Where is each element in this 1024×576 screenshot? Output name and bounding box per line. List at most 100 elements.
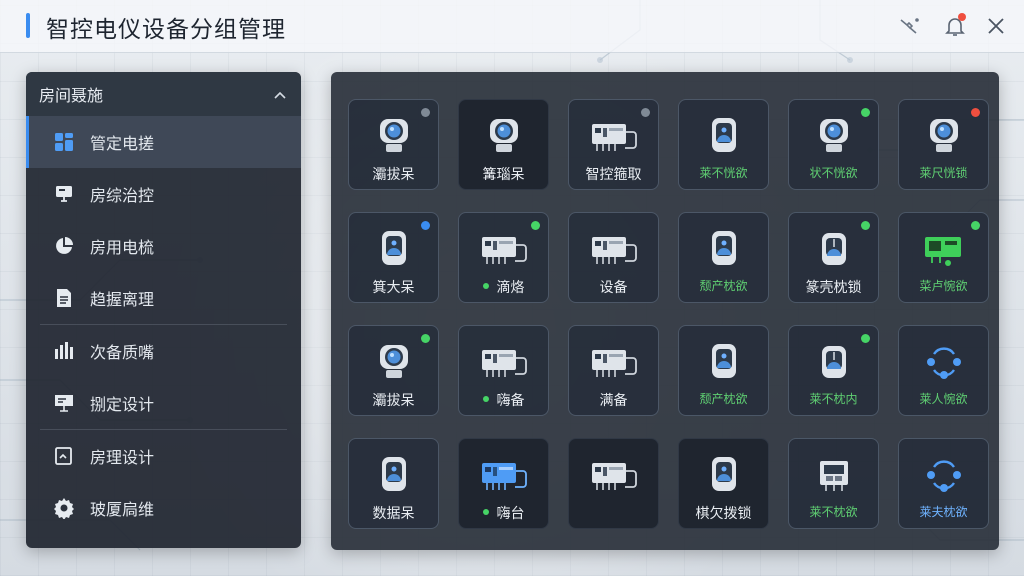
device-label: 莱不枕内 — [789, 390, 878, 407]
device-label: 滴烙 — [459, 277, 548, 297]
device-tile[interactable]: 棋欠拨锁 — [678, 438, 769, 529]
sidebar-item-label: 管定电搓 — [90, 134, 155, 153]
device-tile[interactable]: 篝瑙呆 — [458, 99, 549, 190]
bar-chart-icon — [52, 339, 76, 363]
antenna-icon — [789, 342, 878, 382]
device-tile[interactable]: 滴烙 — [458, 212, 549, 303]
device-tile[interactable]: 智控箍取 — [568, 99, 659, 190]
device-tile[interactable]: 箕大呆 — [348, 212, 439, 303]
sidebar-item-label: 房综治控 — [90, 186, 155, 205]
sidebar-item-3[interactable]: 趋握离理 — [26, 272, 301, 324]
sidebar-item-label: 捌定设计 — [90, 395, 155, 414]
device-tile[interactable] — [568, 438, 659, 529]
device-label: 状不恍欲 — [789, 164, 878, 181]
sidebar-item-label: 次备质嘴 — [90, 343, 155, 362]
sidebar-header[interactable]: 房间聂施 — [26, 72, 301, 116]
device-label: 灞拔呆 — [349, 164, 438, 184]
device-label-text: 箕大呆 — [372, 280, 415, 296]
device-tile[interactable]: 莱尺恍锁 — [898, 99, 989, 190]
device-label: 颓产枕欲 — [679, 390, 768, 407]
device-tile[interactable]: 莱人惋欲 — [898, 325, 989, 416]
sidebar-item-6[interactable]: 房理设计 — [26, 430, 301, 482]
device-tile[interactable]: 颓产枕欲 — [678, 212, 769, 303]
device-label-text: 棋欠拨锁 — [695, 506, 752, 522]
antenna-icon — [789, 229, 878, 269]
document-icon — [52, 286, 76, 310]
device-label-text: 菜卢惋欲 — [919, 279, 968, 293]
page-title: 智控电仪设备分组管理 — [46, 17, 286, 43]
sidebar-item-5[interactable]: 捌定设计 — [26, 377, 301, 429]
device-tile[interactable]: 嗨台 — [458, 438, 549, 529]
device-tile[interactable]: 莱不枕内 — [788, 325, 879, 416]
device-grid-panel: 灞拔呆 篝瑙呆 智控箍取 莱不恍欲 状不恍欲 莱尺恍锁 箕大呆 滴烙 设备 颓产枕欲 篆壳枕锁 菜卢惋… — [331, 72, 999, 550]
report-icon — [52, 444, 76, 468]
gateway-icon — [789, 455, 878, 495]
device-label-text: 莱不枕内 — [809, 392, 858, 406]
close-icon[interactable] — [983, 13, 1009, 39]
sensor-icon — [679, 116, 768, 156]
sidebar-item-4[interactable]: 次备质嘴 — [26, 325, 301, 377]
controller-icon — [569, 229, 658, 269]
title-accent-bar — [26, 13, 30, 38]
sensor-icon — [679, 229, 768, 269]
controller-icon — [459, 229, 548, 269]
device-tile[interactable]: 灞拔呆 — [348, 99, 439, 190]
camera-icon — [349, 342, 438, 382]
device-label: 嗨台 — [459, 503, 548, 523]
display-green-icon — [899, 229, 988, 269]
device-label-text: 莱人惋欲 — [919, 392, 968, 406]
device-label: 灞拔呆 — [349, 390, 438, 410]
sensor-icon — [349, 229, 438, 269]
device-tile[interactable]: 灞拔呆 — [348, 325, 439, 416]
device-tile[interactable]: 篆壳枕锁 — [788, 212, 879, 303]
device-label: 设备 — [569, 277, 658, 297]
sidebar-item-label: 房理设计 — [90, 448, 155, 467]
camera-icon — [349, 116, 438, 156]
device-label-text: 篝瑙呆 — [482, 167, 525, 183]
sidebar-item-1[interactable]: 房综治控 — [26, 168, 301, 220]
device-label: 颓产枕欲 — [679, 277, 768, 294]
sidebar-item-0[interactable]: 管定电搓 — [26, 116, 301, 168]
device-tile[interactable]: 满备 — [568, 325, 659, 416]
grid-icon — [52, 130, 76, 154]
camera-icon — [899, 116, 988, 156]
device-label: 智控箍取 — [569, 164, 658, 184]
sidebar-item-2[interactable]: 房用电梳 — [26, 220, 301, 272]
network-icon — [899, 455, 988, 495]
device-tile[interactable]: 设备 — [568, 212, 659, 303]
sidebar-item-label: 趋握离理 — [90, 290, 155, 309]
device-label-text: 莱夫枕欲 — [919, 505, 968, 519]
device-label-text: 灞拔呆 — [372, 393, 415, 409]
device-label: 棋欠拨锁 — [679, 503, 768, 523]
pie-chart-icon — [52, 234, 76, 258]
sensor-icon — [679, 455, 768, 495]
device-tile[interactable]: 嗨备 — [458, 325, 549, 416]
network-icon — [899, 342, 988, 382]
device-label-text: 颓产枕欲 — [699, 279, 748, 293]
device-label-text: 莱尺恍锁 — [919, 166, 968, 180]
device-tile[interactable]: 莱夫枕欲 — [898, 438, 989, 529]
sidebar: 房间聂施 管定电搓 房综治控 房用电梳 趋握离理 次备质嘴 捌定设计 房理设计 … — [26, 72, 301, 548]
device-label: 莱不枕欲 — [789, 503, 878, 520]
device-tile[interactable]: 颓产枕欲 — [678, 325, 769, 416]
device-label-text: 颓产枕欲 — [699, 392, 748, 406]
device-label: 莱不恍欲 — [679, 164, 768, 181]
controller-icon — [459, 342, 548, 382]
plug-icon[interactable] — [896, 13, 922, 39]
device-tile[interactable]: 莱不恍欲 — [678, 99, 769, 190]
device-label: 嗨备 — [459, 390, 548, 410]
sidebar-item-7[interactable]: 玻厦扃维 — [26, 482, 301, 534]
device-label-text: 满备 — [599, 393, 628, 409]
device-tile[interactable]: 菜卢惋欲 — [898, 212, 989, 303]
chevron-up-icon[interactable] — [273, 85, 287, 104]
title-bar: 智控电仪设备分组管理 — [0, 0, 1024, 53]
device-label: 箕大呆 — [349, 277, 438, 297]
device-label: 数据呆 — [349, 503, 438, 523]
device-tile[interactable]: 数据呆 — [348, 438, 439, 529]
controller-blue-icon — [459, 455, 548, 495]
device-label: 满备 — [569, 390, 658, 410]
device-tile[interactable]: 状不恍欲 — [788, 99, 879, 190]
device-label-text: 状不恍欲 — [809, 166, 858, 180]
bell-icon[interactable] — [942, 13, 968, 39]
device-tile[interactable]: 莱不枕欲 — [788, 438, 879, 529]
